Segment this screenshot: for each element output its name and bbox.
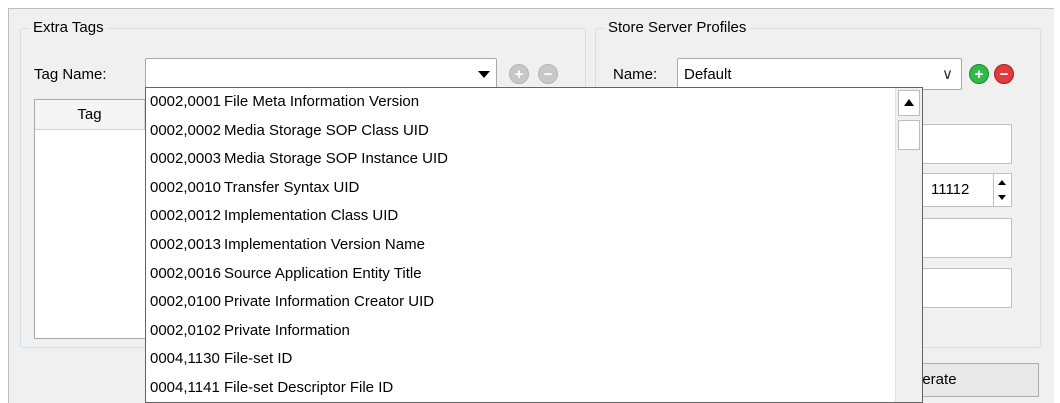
store-server-title: Store Server Profiles: [604, 18, 751, 38]
dropdown-item-name: Media Storage SOP Instance UID: [224, 150, 449, 168]
tag-name-label: Tag Name:: [34, 66, 107, 83]
dropdown-item[interactable]: 0002,0012 Implementation Class UID: [146, 202, 895, 231]
column-header-tag[interactable]: Tag: [35, 100, 145, 130]
dropdown-item-code: 0002,0003: [150, 150, 221, 168]
dropdown-item[interactable]: 0002,0016 Source Application Entity Title: [146, 260, 895, 289]
dropdown-item-code: 0002,0012: [150, 207, 221, 225]
profile-name-value: Default: [684, 66, 732, 83]
port-spin-buttons[interactable]: [993, 174, 1011, 206]
scroll-thumb[interactable]: [898, 120, 920, 150]
add-profile-button[interactable]: +: [969, 64, 989, 84]
dropdown-item[interactable]: 0002,0013 Implementation Version Name: [146, 231, 895, 260]
dropdown-item-name: Implementation Class UID: [224, 207, 399, 225]
dropdown-items: 0002,0001 File Meta Information Version 00…: [146, 88, 895, 402]
dropdown-item[interactable]: 0002,0003 Media Storage SOP Instance UID: [146, 145, 895, 174]
dropdown-item-name: Implementation Version Name: [224, 235, 425, 253]
dropdown-scrollbar[interactable]: [895, 88, 922, 402]
dropdown-item[interactable]: 0004,1130 File-set ID: [146, 345, 895, 374]
dropdown-item[interactable]: 0002,0002 Media Storage SOP Class UID: [146, 117, 895, 146]
scroll-up-icon[interactable]: [898, 90, 920, 116]
profile-name-combo[interactable]: Default ∨: [677, 58, 962, 90]
spin-down-icon[interactable]: [998, 195, 1006, 200]
dropdown-item-name: File-set ID: [224, 350, 293, 368]
dropdown-item-name: File-set Descriptor File ID: [224, 378, 394, 396]
dropdown-item-code: 0002,0001: [150, 93, 221, 110]
dropdown-item-code: 0002,0002: [150, 121, 221, 139]
dropdown-item-code: 0002,0102: [150, 321, 221, 339]
dropdown-item-code: 0004,1141: [150, 378, 220, 396]
remove-tag-button[interactable]: −: [538, 64, 558, 84]
dropdown-item[interactable]: 0002,0102 Private Information: [146, 317, 895, 346]
dropdown-item[interactable]: 0002,0010 Transfer Syntax UID: [146, 174, 895, 203]
dropdown-arrow-icon[interactable]: [478, 71, 490, 78]
dropdown-item-name: Source Application Entity Title: [224, 264, 422, 282]
dropdown-item-code: 0002,0010: [150, 178, 221, 196]
dropdown-item-name: Private Information: [224, 321, 350, 339]
port-value: 11112: [931, 181, 970, 198]
dropdown-item-name: Private Information Creator UID: [224, 293, 435, 311]
dropdown-item[interactable]: 0004,1141 File-set Descriptor File ID: [146, 374, 895, 402]
extra-tags-title: Extra Tags: [29, 18, 108, 38]
dropdown-item[interactable]: 0002,0100 Private Information Creator UID: [146, 288, 895, 317]
dropdown-item-code: 0002,0016: [150, 264, 221, 282]
dropdown-item[interactable]: 0002,0001 File Meta Information Version: [146, 88, 895, 117]
dropdown-item-code: 0002,0013: [150, 235, 221, 253]
profile-name-label: Name:: [613, 66, 658, 83]
spin-up-icon[interactable]: [998, 180, 1006, 185]
dropdown-item-name: File Meta Information Version: [224, 93, 420, 110]
add-tag-button[interactable]: +: [509, 64, 529, 84]
tag-name-combo[interactable]: [145, 58, 497, 90]
dropdown-item-name: Media Storage SOP Class UID: [224, 121, 429, 139]
dropdown-item-code: 0002,0100: [150, 293, 221, 311]
remove-profile-button[interactable]: −: [994, 64, 1014, 84]
dropdown-item-name: Transfer Syntax UID: [224, 178, 360, 196]
dropdown-item-code: 0004,1130: [150, 350, 220, 368]
chevron-down-icon[interactable]: ∨: [942, 65, 953, 85]
tag-name-dropdown-list[interactable]: 0002,0001 File Meta Information Version 00…: [145, 87, 923, 403]
